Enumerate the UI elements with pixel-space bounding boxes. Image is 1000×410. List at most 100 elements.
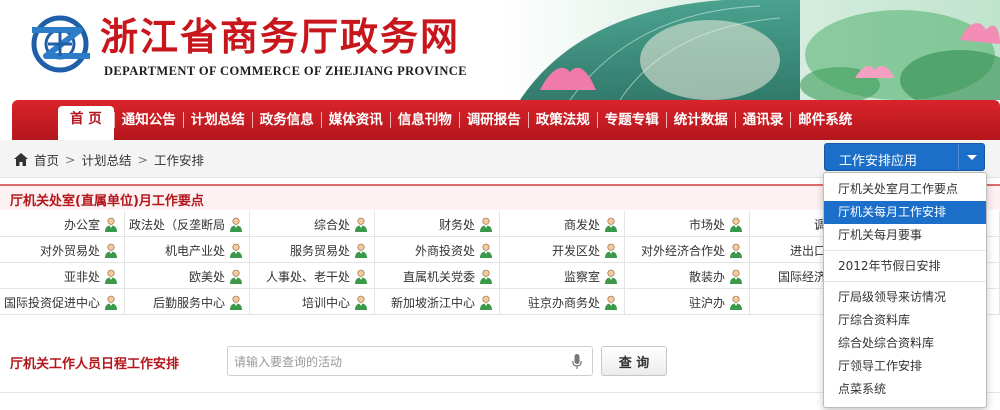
person-icon [480, 295, 492, 310]
department-cell[interactable]: 欧美处 [125, 263, 250, 289]
department-name: 散装办 [688, 269, 725, 284]
nav-item-mail[interactable]: 邮件系统 [791, 100, 859, 140]
department-name: 开发区处 [551, 243, 600, 258]
department-cell[interactable]: 培训中心 [250, 289, 375, 315]
dropdown-menu-item[interactable]: 点菜系统 [824, 378, 986, 401]
department-name: 新加坡浙江中心 [390, 295, 475, 310]
nav-item-research[interactable]: 调研报告 [460, 100, 528, 140]
work-app-select-label: 工作安排应用 [839, 154, 918, 169]
person-icon [480, 243, 492, 258]
department-cell[interactable]: 散装办 [625, 263, 750, 289]
dropdown-menu-item[interactable]: 厅领导工作安排 [824, 355, 986, 378]
department-name: 机电产业处 [164, 243, 225, 258]
person-icon [480, 269, 492, 284]
department-cell[interactable]: 综合处 [250, 211, 375, 237]
nav-item-directory[interactable]: 通讯录 [736, 100, 791, 140]
department-cell[interactable]: 驻京办商务处 [500, 289, 625, 315]
schedule-section-title: 厅机关工作人员日程工作安排 [10, 357, 180, 372]
site-subtitle: DEPARTMENT OF COMMERCE OF ZHEJIANG PROVI… [104, 64, 467, 78]
person-icon [230, 243, 242, 258]
site-header: 浙江省商务厅政务网 DEPARTMENT OF COMMERCE OF ZHEJ… [0, 0, 1000, 100]
department-cell[interactable]: 外商投资处 [375, 237, 500, 263]
person-icon [355, 217, 367, 232]
department-cell[interactable]: 对外贸易处 [0, 237, 125, 263]
department-name: 国际投资促进中心 [3, 295, 100, 310]
department-name: 外商投资处 [414, 243, 475, 258]
main-nav: 首 页 通知公告 计划总结 政务信息 媒体资讯 信息刊物 调研报告 政策法规 专… [12, 100, 1000, 142]
department-cell[interactable]: 人事处、老干处 [250, 263, 375, 289]
dropdown-menu-item[interactable]: 厅机关每月要事 [824, 224, 986, 247]
person-icon [605, 269, 617, 284]
department-name: 商发处 [563, 217, 600, 232]
department-cell[interactable]: 开发区处 [500, 237, 625, 263]
department-name: 欧美处 [188, 269, 225, 284]
nav-item-home[interactable]: 首 页 [58, 106, 114, 142]
department-cell[interactable]: 驻沪办 [625, 289, 750, 315]
dropdown-menu-item[interactable]: 厅综合资料库 [824, 309, 986, 332]
nav-item-publications[interactable]: 信息刊物 [391, 100, 459, 140]
department-cell[interactable]: 对外经济合作处 [625, 237, 750, 263]
department-cell[interactable]: 新加坡浙江中心 [375, 289, 500, 315]
person-icon [730, 269, 742, 284]
department-cell[interactable]: 财务处 [375, 211, 500, 237]
person-icon [355, 295, 367, 310]
department-logo-icon [31, 15, 90, 73]
nav-item-policies[interactable]: 政策法规 [529, 100, 597, 140]
dropdown-menu-item[interactable]: 厅机关每月工作安排 [824, 201, 986, 224]
person-icon [605, 217, 617, 232]
department-cell[interactable]: 市场处 [625, 211, 750, 237]
person-icon [480, 217, 492, 232]
nav-item-statistics[interactable]: 统计数据 [667, 100, 735, 140]
dropdown-menu-item[interactable]: 厅局级领导来访情况 [824, 286, 986, 309]
person-icon [355, 269, 367, 284]
department-name: 人事处、老干处 [265, 269, 350, 284]
department-name: 综合处 [313, 217, 350, 232]
activity-search-box [227, 346, 593, 376]
department-cell[interactable]: 亚非处 [0, 263, 125, 289]
department-cell[interactable]: 机电产业处 [125, 237, 250, 263]
breadcrumb-current: 工作安排 [154, 153, 205, 168]
person-icon [730, 295, 742, 310]
department-cell[interactable]: 商发处 [500, 211, 625, 237]
nav-item-plans[interactable]: 计划总结 [184, 100, 252, 140]
department-name: 财务处 [438, 217, 475, 232]
dropdown-menu-item[interactable]: 综合处综合资料库 [824, 332, 986, 355]
dropdown-toggle[interactable] [958, 144, 984, 170]
person-icon [105, 295, 117, 310]
search-button[interactable]: 查 询 [601, 346, 667, 376]
breadcrumb-home[interactable]: 首页 [34, 150, 59, 169]
microphone-icon[interactable] [572, 354, 582, 370]
department-cell[interactable]: 国际投资促进中心 [0, 289, 125, 315]
nav-item-notices[interactable]: 通知公告 [115, 100, 183, 140]
person-icon [605, 243, 617, 258]
menu-divider [824, 281, 986, 282]
department-cell[interactable]: 监察室 [500, 263, 625, 289]
work-app-select-button[interactable]: 工作安排应用 [824, 143, 985, 171]
nav-item-media[interactable]: 媒体资讯 [322, 100, 390, 140]
department-name: 监察室 [563, 269, 600, 284]
section-title: 厅机关处室(直属单位)月工作要点 [10, 194, 204, 209]
chevron-right-icon: > [65, 152, 76, 167]
person-icon [230, 295, 242, 310]
nav-item-gov-info[interactable]: 政务信息 [253, 100, 321, 140]
breadcrumb-plans[interactable]: 计划总结 [82, 150, 132, 169]
department-cell[interactable]: 后勤服务中心 [125, 289, 250, 315]
department-name: 服务贸易处 [289, 243, 350, 258]
person-icon [605, 295, 617, 310]
activity-search-input[interactable] [234, 352, 554, 372]
department-cell[interactable]: 直属机关党委 [375, 263, 500, 289]
person-icon [230, 269, 242, 284]
department-name: 市场处 [688, 217, 725, 232]
department-cell[interactable]: 政法处（反垄断局 [125, 211, 250, 237]
department-name: 后勤服务中心 [152, 295, 225, 310]
dropdown-menu-item[interactable]: 2012年节假日安排 [824, 255, 986, 278]
department-name: 政法处（反垄断局 [128, 217, 225, 232]
home-icon [14, 153, 28, 166]
dropdown-menu-item[interactable]: 厅机关处室月工作要点 [824, 178, 986, 201]
department-name: 驻京办商务处 [527, 295, 600, 310]
chevron-right-icon: > [137, 152, 148, 167]
department-cell[interactable]: 服务贸易处 [250, 237, 375, 263]
department-cell[interactable]: 办公室 [0, 211, 125, 237]
lotus-fan-banner-image [500, 0, 1000, 100]
nav-item-topics[interactable]: 专题专辑 [598, 100, 666, 140]
